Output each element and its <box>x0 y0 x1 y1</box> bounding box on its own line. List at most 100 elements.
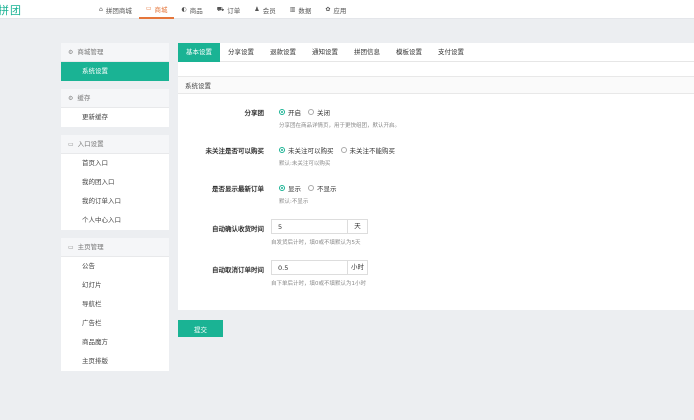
auto-cancel-control: 小时 自下单后计时，填0或不填默认为1小时 <box>271 260 368 287</box>
radio-share-on[interactable]: 开启 <box>279 107 301 117</box>
nav-label: 商品 <box>189 6 203 15</box>
radio-share-off[interactable]: 关闭 <box>308 107 330 117</box>
sidebar-item-my-group-entry[interactable]: 我的团入口 <box>61 173 169 192</box>
monitor-icon: ▭ <box>68 244 74 251</box>
tab-refund[interactable]: 退款设置 <box>262 43 304 62</box>
radio-checked-icon <box>279 109 285 115</box>
settings-tabs: 基本设置 分享设置 退款设置 通知设置 拼团信息 模板设置 支付设置 <box>178 43 694 62</box>
unit-addon: 天 <box>348 219 368 234</box>
radio-group: 未关注可以购买 未关注不能购买 <box>279 145 402 155</box>
nav-label: 会员 <box>262 6 276 15</box>
field-label: 分享团 <box>244 109 265 117</box>
radio-unchecked-icon <box>340 147 347 153</box>
tab-template[interactable]: 模板设置 <box>388 43 430 62</box>
nav-label: 商城 <box>154 5 168 14</box>
tab-group-info[interactable]: 拼团信息 <box>346 43 388 62</box>
radio-group: 显示 不显示 <box>279 183 344 193</box>
auto-confirm-input[interactable] <box>271 219 348 234</box>
radio-label: 未关注不能购买 <box>349 147 396 155</box>
sidebar: ⚙ 商城管理 系统设置 ⚙ 缓存 更新缓存 ▭ 入口设置 首页入口 我的团入口 我的订… <box>61 43 169 379</box>
input-group: 天 <box>271 219 368 234</box>
nav-item-mall[interactable]: ▭ 商城 <box>138 0 175 19</box>
sidebar-group-title: ⚙ 商城管理 <box>61 43 169 62</box>
apps-icon: ✿ <box>325 6 331 13</box>
follow-buy-control: 未关注可以购买 未关注不能购买 默认:未关注可以购买 <box>279 145 402 167</box>
submit-button[interactable]: 提交 <box>178 320 223 337</box>
radio-show[interactable]: 显示 <box>279 183 301 193</box>
sidebar-item-profile-entry[interactable]: 个人中心入口 <box>61 211 169 230</box>
sidebar-item-ads[interactable]: 广告栏 <box>61 314 169 333</box>
tab-share[interactable]: 分享设置 <box>220 43 262 62</box>
help-text: 自发货后计时，填0或不填默认为5天 <box>271 240 361 246</box>
gear-icon: ⚙ <box>68 95 74 102</box>
input-group: 小时 <box>271 260 368 275</box>
nav-item-members[interactable]: ♟ 会员 <box>247 0 282 19</box>
sidebar-item-notice[interactable]: 公告 <box>61 257 169 276</box>
help-text: 分享团在商品详情页，用于更快组团，默认开启。 <box>279 123 401 129</box>
field-label: 自动取消订单时间 <box>212 266 264 274</box>
help-text: 自下单后计时，填0或不填默认为1小时 <box>271 281 366 287</box>
group-title-label: 入口设置 <box>77 140 104 148</box>
radio-hide[interactable]: 不显示 <box>308 183 337 193</box>
tab-notify[interactable]: 通知设置 <box>304 43 346 62</box>
field-label: 未关注是否可以购买 <box>205 147 265 155</box>
field-label: 自动确认收货时间 <box>212 225 264 233</box>
nav-item-data[interactable]: ▥ 数据 <box>283 0 319 19</box>
monitor-icon: ▭ <box>68 141 74 148</box>
field-label: 是否显示最新订单 <box>212 185 264 193</box>
sidebar-item-my-order-entry[interactable]: 我的订单入口 <box>61 192 169 211</box>
sidebar-group-title: ▭ 主页管理 <box>61 238 169 257</box>
home-icon: ⌂ <box>99 6 103 13</box>
top-nav: ⌂ 拼团商城 ▭ 商城 ◐ 商品 ⛟ 订单 ♟ 会员 ▥ 数据 ✿ 应用 <box>92 0 353 19</box>
sidebar-item-update-cache[interactable]: 更新缓存 <box>61 108 169 127</box>
sidebar-group-title: ⚙ 缓存 <box>61 89 169 108</box>
help-text: 默认:未关注可以购买 <box>279 161 331 167</box>
radio-label: 不显示 <box>317 185 337 193</box>
chart-icon: ▥ <box>289 6 296 13</box>
user-icon: ♟ <box>254 6 260 13</box>
sidebar-group-title: ▭ 入口设置 <box>61 135 169 154</box>
radio-label: 显示 <box>288 185 301 193</box>
sidebar-item-navbar[interactable]: 导航栏 <box>61 295 169 314</box>
auto-confirm-control: 天 自发货后计时，填0或不填默认为5天 <box>271 219 368 246</box>
goods-icon: ◐ <box>181 6 187 13</box>
monitor-icon: ▭ <box>145 5 152 12</box>
share-group-control: 开启 关闭 分享团在商品详情页，用于更快组团，默认开启。 <box>279 107 400 129</box>
nav-label: 数据 <box>298 6 312 15</box>
auto-cancel-input[interactable] <box>271 260 348 275</box>
radio-group: 开启 关闭 <box>279 107 400 117</box>
main-panel: 基本设置 分享设置 退款设置 通知设置 拼团信息 模板设置 支付设置 系统设置 … <box>178 43 694 310</box>
radio-unchecked-icon <box>308 185 314 191</box>
show-latest-control: 显示 不显示 默认:不显示 <box>279 183 344 205</box>
sidebar-item-slides[interactable]: 幻灯片 <box>61 276 169 295</box>
group-title-label: 缓存 <box>77 94 91 102</box>
sidebar-group-mall: ⚙ 商城管理 系统设置 <box>61 43 169 81</box>
radio-unchecked-icon <box>308 109 314 115</box>
sidebar-group-homepage: ▭ 主页管理 公告 幻灯片 导航栏 广告栏 商品魔方 主页排版 <box>61 238 169 371</box>
nav-label: 应用 <box>333 6 347 15</box>
nav-label: 订单 <box>227 6 241 15</box>
sidebar-group-entry: ▭ 入口设置 首页入口 我的团入口 我的订单入口 个人中心入口 <box>61 135 169 230</box>
radio-label: 开启 <box>288 109 301 117</box>
top-bar: 拼团 ⌂ 拼团商城 ▭ 商城 ◐ 商品 ⛟ 订单 ♟ 会员 ▥ 数据 ✿ 应用 <box>0 0 694 19</box>
tab-basic[interactable]: 基本设置 <box>178 43 220 62</box>
nav-item-goods[interactable]: ◐ 商品 <box>174 0 209 19</box>
nav-item-apps[interactable]: ✿ 应用 <box>318 0 353 19</box>
tab-payment[interactable]: 支付设置 <box>430 43 472 62</box>
section-title: 系统设置 <box>178 76 694 94</box>
nav-label: 拼团商城 <box>105 6 132 15</box>
nav-item-orders[interactable]: ⛟ 订单 <box>210 0 248 19</box>
radio-follow-can-buy[interactable]: 未关注可以购买 <box>279 145 334 155</box>
cart-icon: ⛟ <box>216 5 225 13</box>
radio-label: 未关注可以购买 <box>288 147 334 155</box>
radio-checked-icon <box>279 185 285 191</box>
sidebar-item-home-layout[interactable]: 主页排版 <box>61 352 169 371</box>
radio-follow-cannot-buy[interactable]: 未关注不能购买 <box>340 145 396 155</box>
sidebar-item-goods-cube[interactable]: 商品魔方 <box>61 333 169 352</box>
nav-item-home[interactable]: ⌂ 拼团商城 <box>92 0 139 19</box>
sidebar-item-system-settings[interactable]: 系统设置 <box>61 62 169 81</box>
radio-checked-icon <box>279 147 285 153</box>
group-title-label: 商城管理 <box>77 48 104 56</box>
logo[interactable]: 拼团 <box>0 2 22 18</box>
sidebar-item-home-entry[interactable]: 首页入口 <box>61 154 169 173</box>
